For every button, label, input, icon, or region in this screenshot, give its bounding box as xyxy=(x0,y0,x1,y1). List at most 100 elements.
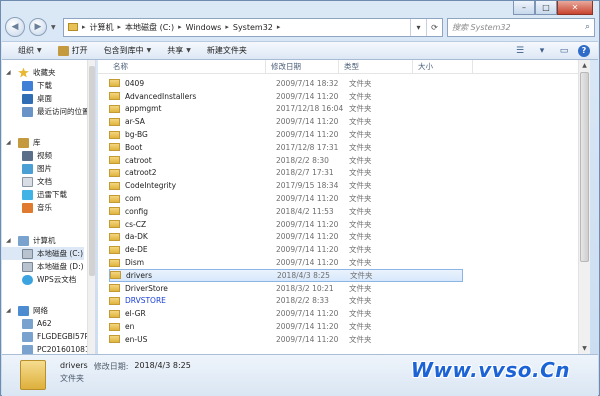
chevron-right-icon[interactable]: ▸ xyxy=(225,23,229,31)
file-row[interactable]: bg-BG 2009/7/14 11:20 文件夹 xyxy=(109,128,463,141)
file-type: 文件夹 xyxy=(350,270,373,280)
file-list-scrollbar[interactable]: ▲ ▼ xyxy=(578,60,590,354)
refresh-button[interactable]: ⟳ xyxy=(426,18,442,36)
file-row[interactable]: da-DK 2009/7/14 11:20 文件夹 xyxy=(109,231,463,244)
nav-item-documents[interactable]: 文档 xyxy=(2,175,67,188)
file-row[interactable]: catroot2 2018/2/7 17:31 文件夹 xyxy=(109,167,463,180)
address-history-dropdown[interactable]: ▾ xyxy=(410,18,426,36)
scrollbar-thumb[interactable] xyxy=(89,66,95,276)
nav-item-desktop[interactable]: 桌面 xyxy=(2,92,90,105)
nav-item-pictures[interactable]: 图片 xyxy=(2,162,67,175)
file-type: 文件夹 xyxy=(349,322,372,332)
details-name-row: drivers 修改日期: 2018/4/3 8:25 xyxy=(60,361,191,372)
folder-icon xyxy=(109,232,120,241)
column-header-date[interactable]: 修改日期 xyxy=(266,60,339,73)
file-name: catroot2 xyxy=(125,168,157,178)
breadcrumb-computer[interactable]: 计算机 xyxy=(90,22,114,33)
file-row[interactable]: Dism 2009/7/14 11:20 文件夹 xyxy=(109,256,463,269)
back-button[interactable]: ◀ xyxy=(5,17,25,37)
nav-item-recent-places[interactable]: 最近访问的位置 xyxy=(2,105,90,118)
file-row[interactable]: drivers 2018/4/3 8:25 文件夹 xyxy=(109,268,463,282)
drive-icon xyxy=(22,261,33,272)
search-input[interactable]: 搜索 System32 ⌕ xyxy=(447,17,595,37)
computer-group: ◢ 计算机 本地磁盘 (C:) 本地磁盘 (D:) WPS云文档 xyxy=(2,234,84,286)
view-options-dropdown[interactable]: ▾ xyxy=(534,44,550,58)
file-row[interactable]: com 2009/7/14 11:20 文件夹 xyxy=(109,192,463,205)
nav-item-local-disk-c[interactable]: 本地磁盘 (C:) xyxy=(2,247,84,260)
navigation-scrollbar[interactable] xyxy=(87,60,95,354)
chevron-down-icon: ▼ xyxy=(186,47,191,54)
nav-item-videos[interactable]: 视频 xyxy=(2,149,67,162)
file-row[interactable]: cs-CZ 2009/7/14 11:20 文件夹 xyxy=(109,218,463,231)
help-button[interactable]: ? xyxy=(578,44,590,57)
downloads-icon xyxy=(22,80,33,91)
preview-pane-icon: ▭ xyxy=(559,45,569,56)
file-row[interactable]: en 2009/7/14 11:20 文件夹 xyxy=(109,320,463,333)
file-row[interactable]: de-DE 2009/7/14 11:20 文件夹 xyxy=(109,243,463,256)
file-row[interactable]: el-GR 2009/7/14 11:20 文件夹 xyxy=(109,307,463,320)
expand-icon[interactable]: ◢ xyxy=(6,237,14,244)
open-button[interactable]: 打开 xyxy=(52,43,94,59)
scroll-down-icon[interactable]: ▼ xyxy=(579,343,590,354)
change-view-button[interactable]: ☰ xyxy=(512,44,528,58)
chevron-right-icon[interactable]: ▸ xyxy=(82,23,86,31)
organize-menu[interactable]: 组织 ▼ xyxy=(12,43,48,59)
chevron-right-icon[interactable]: ▸ xyxy=(178,23,182,31)
nav-item-network-pc[interactable]: FLGDEGBI57PN xyxy=(2,330,95,343)
file-type: 文件夹 xyxy=(349,91,372,101)
chevron-right-icon[interactable]: ▸ xyxy=(277,23,281,31)
close-button[interactable]: ✕ xyxy=(557,1,593,15)
breadcrumb-windows[interactable]: Windows xyxy=(186,23,222,32)
column-header-name[interactable]: 名称 xyxy=(98,60,266,73)
share-menu[interactable]: 共享 ▼ xyxy=(161,43,197,59)
file-rows: 0409 2009/7/14 18:32 文件夹 AdvancedInstallers… xyxy=(109,77,463,346)
recent-pages-dropdown[interactable]: ▼ xyxy=(51,24,59,31)
file-row[interactable]: config 2018/4/2 11:53 文件夹 xyxy=(109,205,463,218)
file-row[interactable]: CodeIntegrity 2017/9/15 18:34 文件夹 xyxy=(109,179,463,192)
file-row[interactable]: 0409 2009/7/14 18:32 文件夹 xyxy=(109,77,463,90)
chevron-right-icon[interactable]: ▸ xyxy=(118,23,122,31)
file-date: 2009/7/14 11:20 xyxy=(276,258,339,268)
libraries-header[interactable]: ◢ 库 xyxy=(2,136,67,149)
expand-icon[interactable]: ◢ xyxy=(6,139,14,146)
file-date: 2018/2/2 8:33 xyxy=(276,296,329,306)
nav-item-network-pc[interactable]: PC20160108161 xyxy=(2,343,95,354)
nav-item-downloads[interactable]: 下载 xyxy=(2,79,90,92)
include-in-library-menu[interactable]: 包含到库中 ▼ xyxy=(98,43,158,59)
maximize-button[interactable]: □ xyxy=(535,1,557,15)
file-row[interactable]: appmgmt 2017/12/18 16:04 文件夹 xyxy=(109,103,463,116)
nav-item-local-disk-d[interactable]: 本地磁盘 (D:) xyxy=(2,260,84,273)
folder-icon xyxy=(109,117,120,126)
preview-pane-button[interactable]: ▭ xyxy=(556,44,572,58)
file-row[interactable]: catroot 2018/2/2 8:30 文件夹 xyxy=(109,154,463,167)
file-name: DriverStore xyxy=(125,283,168,293)
address-bar[interactable]: ▸ 计算机 ▸ 本地磁盘 (C:) ▸ Windows ▸ System32 ▸… xyxy=(63,17,443,37)
column-header-type[interactable]: 类型 xyxy=(339,60,413,73)
nav-item-xunlei-downloads[interactable]: 迅雷下载 xyxy=(2,188,67,201)
forward-button[interactable]: ▶ xyxy=(29,18,47,36)
scroll-up-icon[interactable]: ▲ xyxy=(579,60,590,71)
favorites-header[interactable]: ◢ 收藏夹 xyxy=(2,66,90,79)
file-row[interactable]: en-US 2009/7/14 11:20 文件夹 xyxy=(109,333,463,346)
file-row[interactable]: DRVSTORE 2018/2/2 8:33 文件夹 xyxy=(109,295,463,308)
expand-icon[interactable]: ◢ xyxy=(6,307,14,314)
nav-item-music[interactable]: 音乐 xyxy=(2,201,67,214)
column-header-size[interactable]: 大小 xyxy=(413,60,473,73)
nav-item-wps-cloud[interactable]: WPS云文档 xyxy=(2,273,84,286)
scrollbar-thumb[interactable] xyxy=(580,72,589,262)
expand-icon[interactable]: ◢ xyxy=(6,69,14,76)
details-date-label: 修改日期: xyxy=(93,362,129,371)
minimize-button[interactable]: – xyxy=(513,1,535,15)
computer-header[interactable]: ◢ 计算机 xyxy=(2,234,84,247)
nav-item-network-pc[interactable]: A62 xyxy=(2,317,95,330)
new-folder-button[interactable]: 新建文件夹 xyxy=(201,43,253,59)
file-row[interactable]: ar-SA 2009/7/14 11:20 文件夹 xyxy=(109,115,463,128)
breadcrumb-system32[interactable]: System32 xyxy=(233,23,273,32)
file-row[interactable]: DriverStore 2018/3/2 10:21 文件夹 xyxy=(109,282,463,295)
network-header[interactable]: ◢ 网络 xyxy=(2,304,95,317)
breadcrumb-local-disk-c[interactable]: 本地磁盘 (C:) xyxy=(125,22,174,33)
search-icon[interactable]: ⌕ xyxy=(585,22,590,32)
file-row[interactable]: AdvancedInstallers 2009/7/14 11:20 文件夹 xyxy=(109,90,463,103)
search-placeholder: 搜索 System32 xyxy=(452,22,511,32)
file-row[interactable]: Boot 2017/12/8 17:31 文件夹 xyxy=(109,141,463,154)
